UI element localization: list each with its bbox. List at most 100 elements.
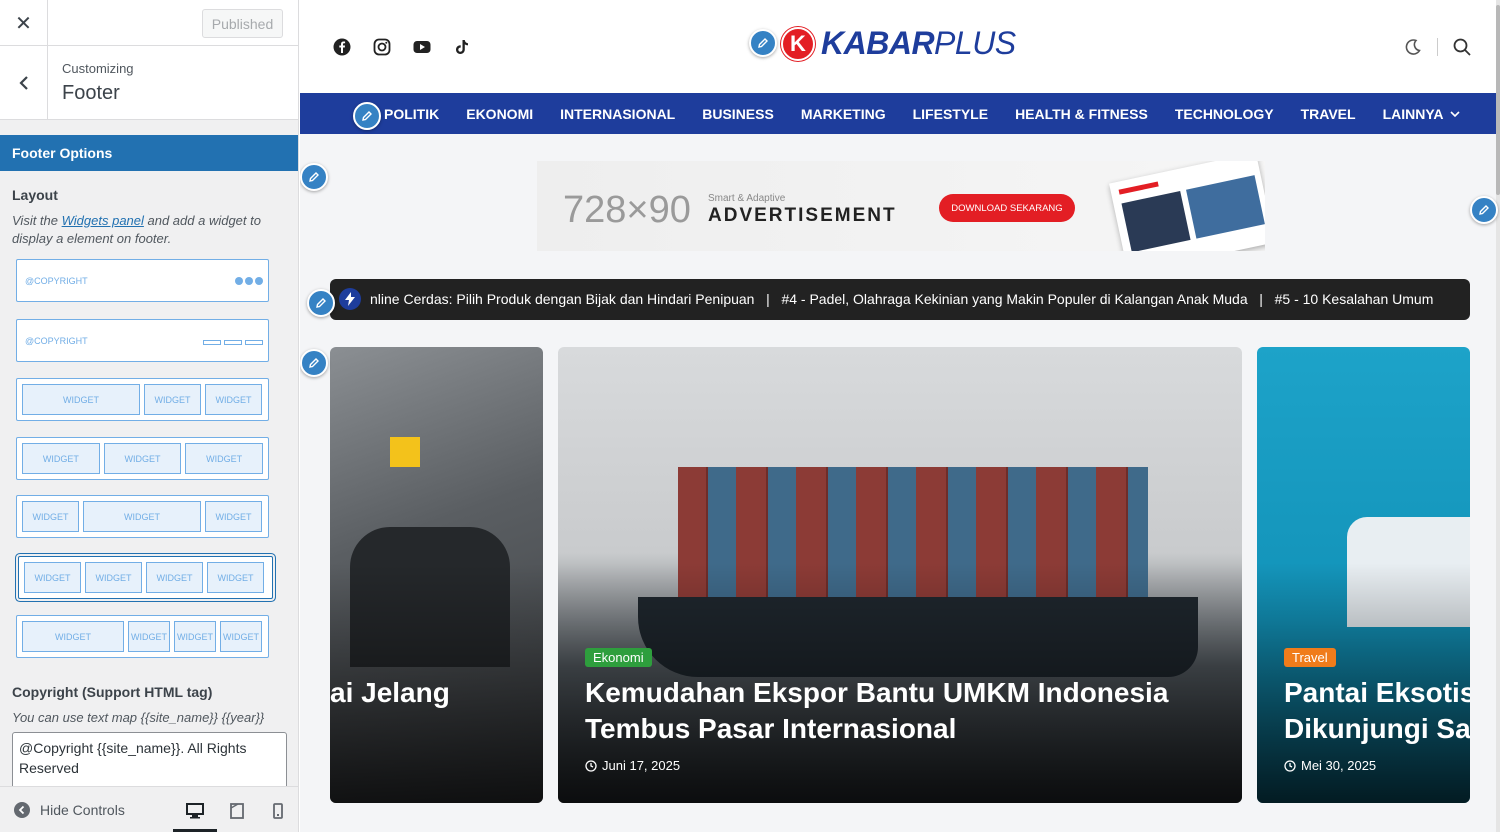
mobile-icon (273, 803, 283, 819)
nav-item-internasional[interactable]: INTERNASIONAL (560, 106, 675, 122)
slider-card-left[interactable]: ai Jelang (330, 347, 543, 803)
widget-box: WIDGET (207, 562, 264, 593)
youtube-icon[interactable] (412, 37, 432, 57)
copyright-description: You can use text map {{site_name}} {{yea… (12, 710, 265, 725)
desc-pre: Visit the (12, 213, 62, 228)
widgets-panel-link[interactable]: Widgets panel (62, 213, 144, 228)
instagram-icon[interactable] (372, 37, 392, 57)
published-button[interactable]: Published (202, 9, 283, 38)
card-date: Mei 30, 2025 (1284, 758, 1376, 773)
header-divider (1437, 38, 1438, 56)
layout-option-copyright-menu[interactable]: @COPYRIGHT (16, 319, 269, 362)
tiktok-icon[interactable] (452, 37, 472, 57)
ad-size-label: 728×90 (563, 189, 691, 231)
card-date-text: Mei 30, 2025 (1301, 758, 1377, 773)
bolt-icon (339, 288, 361, 310)
ad-title: ADVERTISEMENT (708, 205, 897, 226)
ticker-text: nline Cerdas: Pilih Produk dengan Bijak … (370, 291, 1434, 307)
edit-ticker-pen-icon[interactable] (307, 289, 335, 317)
copyright-tag: @COPYRIGHT (25, 275, 88, 286)
edit-logo-pen-icon[interactable] (749, 29, 777, 57)
desktop-icon (186, 803, 204, 819)
layout-option-2-1-1-1[interactable]: WIDGET WIDGET WIDGET WIDGET (16, 615, 269, 658)
edit-slider-pen-icon[interactable] (300, 349, 328, 377)
layout-option-copyright-dots[interactable]: @COPYRIGHT (16, 259, 269, 302)
layout-option-4-equal[interactable]: WIDGET WIDGET WIDGET WIDGET (18, 556, 273, 599)
customizing-label: Customizing (62, 61, 134, 76)
customizer-header: ✕ Published (0, 0, 298, 46)
widget-box: WIDGET (174, 621, 216, 652)
clock-icon (1284, 759, 1296, 772)
mobile-preview-button[interactable] (266, 801, 290, 821)
slider-card-right[interactable]: Travel Pantai Eksotis Dikunjungi Sa Mei 3… (1257, 347, 1470, 803)
ad-subtitle: Smart & Adaptive (708, 193, 786, 204)
widget-box: WIDGET (103, 443, 182, 474)
main-navigation: POLITIK EKONOMI INTERNASIONAL BUSINESS M… (300, 93, 1496, 134)
site-header: K KABARPLUS (300, 0, 1500, 93)
customizer-sidebar: ✕ Published Customizing Footer Footer Op… (0, 0, 299, 832)
chevron-down-icon (1449, 110, 1460, 117)
card-title-line2: Dikunjungi Sa (1284, 713, 1470, 744)
category-badge[interactable]: Travel (1284, 648, 1336, 667)
widget-box: WIDGET (128, 621, 170, 652)
logo-text: KABARPLUS (821, 25, 1016, 62)
menu-bars-icon (200, 332, 263, 350)
departure-board-image (390, 437, 420, 467)
edit-sidebar-pen-icon[interactable] (1470, 196, 1498, 224)
copyright-tag: @COPYRIGHT (25, 335, 88, 346)
widget-box: WIDGET (24, 562, 81, 593)
nav-item-marketing[interactable]: MARKETING (801, 106, 886, 122)
ad-screenshot-image (1109, 161, 1265, 251)
preview-scrollbar[interactable] (1496, 0, 1500, 832)
search-icon[interactable] (1452, 37, 1472, 57)
logo-mark: K (781, 26, 815, 61)
widget-box: WIDGET (22, 501, 79, 532)
layout-description: Visit the Widgets panel and add a widget… (12, 212, 286, 248)
card-title-line2: Tembus Pasar Internasional (585, 713, 957, 744)
customizer-footer: Hide Controls (0, 786, 298, 832)
category-badge[interactable]: Ekonomi (585, 648, 652, 667)
widget-box: WIDGET (85, 562, 142, 593)
tablet-preview-button[interactable] (225, 801, 249, 821)
widget-box: WIDGET (205, 501, 262, 532)
nav-item-business[interactable]: BUSINESS (702, 106, 774, 122)
back-button[interactable] (0, 46, 48, 119)
nav-item-politik[interactable]: POLITIK (384, 106, 439, 122)
nav-item-lifestyle[interactable]: LIFESTYLE (913, 106, 988, 122)
ad-download-button[interactable]: DOWNLOAD SEKARANG (939, 194, 1075, 222)
close-customizer-button[interactable]: ✕ (0, 0, 48, 46)
desktop-preview-button[interactable] (173, 801, 217, 832)
facebook-icon[interactable] (332, 37, 352, 57)
dark-mode-moon-icon[interactable] (1403, 37, 1423, 57)
section-title: Footer (62, 82, 120, 104)
widget-box: WIDGET (146, 562, 203, 593)
widget-box: WIDGET (83, 501, 201, 532)
layout-option-2-1-1[interactable]: WIDGET WIDGET WIDGET (16, 378, 269, 421)
copyright-textarea[interactable]: @Copyright {{site_name}}. All Rights Res… (12, 732, 287, 792)
layout-option-3-equal[interactable]: WIDGET WIDGET WIDGET (16, 437, 269, 480)
card-date: Juni 17, 2025 (585, 758, 680, 773)
slider-card-main[interactable]: Ekonomi Kemudahan Ekspor Bantu UMKM Indo… (558, 347, 1242, 803)
widget-box: WIDGET (22, 443, 100, 474)
card-title: Kemudahan Ekspor Bantu UMKM Indonesia Tem… (585, 675, 1168, 747)
nav-item-ekonomi[interactable]: EKONOMI (466, 106, 533, 122)
hide-controls-button[interactable]: Hide Controls (14, 802, 125, 818)
nav-item-lainnya-label: LAINNYA (1382, 105, 1444, 122)
footer-options-header[interactable]: Footer Options (0, 135, 298, 171)
logo-main: KABAR (821, 25, 935, 61)
site-logo[interactable]: K KABARPLUS (781, 25, 1016, 62)
nav-item-technology[interactable]: TECHNOLOGY (1175, 106, 1274, 122)
hide-controls-label: Hide Controls (40, 802, 125, 818)
breaking-news-ticker[interactable]: nline Cerdas: Pilih Produk dengan Bijak … (330, 279, 1470, 320)
widget-box: WIDGET (144, 384, 201, 415)
scrollbar-thumb[interactable] (1496, 5, 1500, 195)
advertisement-banner[interactable]: 728×90 Smart & Adaptive ADVERTISEMENT DO… (537, 161, 1265, 251)
edit-ad-pen-icon[interactable] (300, 163, 328, 191)
card-title-line1: Pantai Eksotis (1284, 677, 1470, 708)
edit-nav-pen-icon[interactable] (353, 102, 381, 130)
nav-item-travel[interactable]: TRAVEL (1301, 106, 1356, 122)
nav-item-lainnya[interactable]: LAINNYA (1383, 106, 1460, 122)
layout-option-1-2-1[interactable]: WIDGET WIDGET WIDGET (16, 495, 269, 538)
card-title: Pantai Eksotis Dikunjungi Sa (1284, 675, 1470, 747)
nav-item-health-fitness[interactable]: HEALTH & FITNESS (1015, 106, 1148, 122)
